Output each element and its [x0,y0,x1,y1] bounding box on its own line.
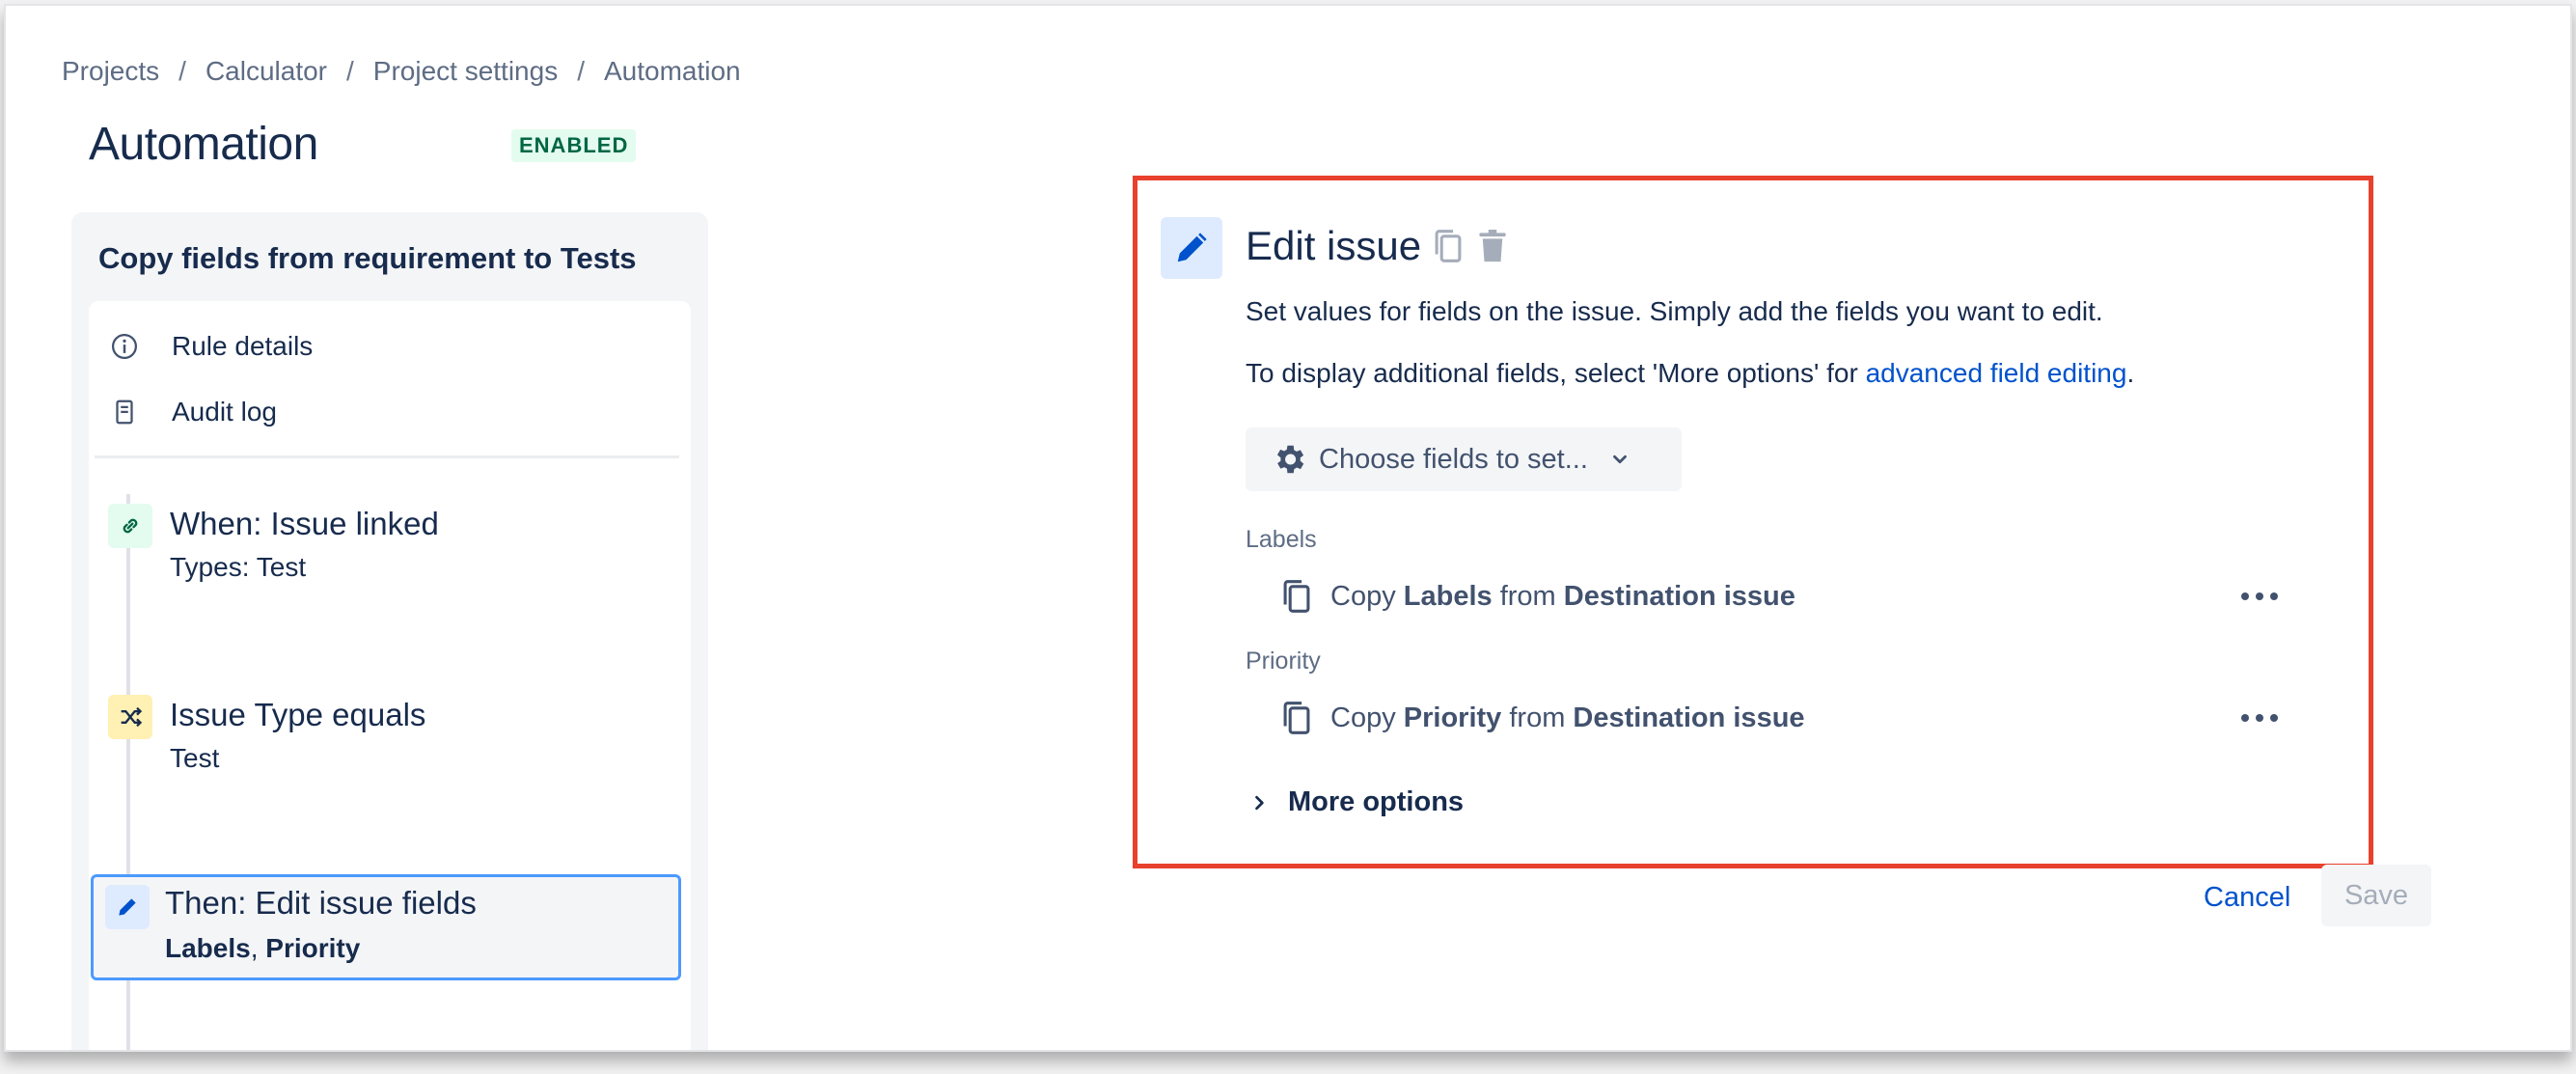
breadcrumb-projects[interactable]: Projects [62,56,159,87]
priority-copy-prefix: Copy [1330,702,1404,733]
labels-field-row: Copy Labels from Destination issue [1280,572,2284,620]
action-step-field-labels: Labels [165,933,251,963]
info-icon [110,332,152,361]
shuffle-icon [108,695,152,739]
page-title: Automation [89,119,318,170]
copy-icon[interactable] [1429,227,1467,265]
priority-copy-source: Destination issue [1573,702,1805,733]
chevron-down-icon [1609,449,1631,470]
rule-panel: Copy fields from requirement to Tests Ru… [71,212,708,1050]
priority-field-label: Priority [1246,647,1321,675]
breadcrumb: Projects / Calculator / Project settings… [62,56,741,87]
priority-copy-text: Copy Priority from Destination issue [1330,702,1805,734]
audit-log-label: Audit log [172,397,277,427]
copy-icon [1280,700,1315,736]
choose-fields-button[interactable]: Choose fields to set... [1246,427,1682,491]
priority-copy-middle: from [1501,702,1574,733]
action-step-separator: , [250,933,266,963]
save-button[interactable]: Save [2321,865,2431,926]
breadcrumb-automation[interactable]: Automation [604,56,741,87]
labels-copy-field: Labels [1403,580,1493,612]
pencil-icon [1161,217,1222,279]
more-actions-icon[interactable] [2235,572,2284,620]
trash-icon[interactable] [1473,227,1512,265]
trigger-step-subtitle: Types: Test [170,552,307,582]
more-info-text: To display additional fields, select 'Mo… [1246,358,2134,389]
audit-log-item[interactable]: Audit log [110,388,277,436]
trigger-step-title: When: Issue linked [170,506,439,541]
status-badge: ENABLED [511,129,637,162]
document-icon [110,398,152,427]
cancel-button[interactable]: Cancel [2190,868,2304,926]
more-info-suffix: . [2126,358,2135,388]
priority-field-row: Copy Priority from Destination issue [1280,694,2284,742]
rule-details-item[interactable]: Rule details [110,322,313,371]
chevron-right-icon [1249,792,1269,813]
rule-details-label: Rule details [172,331,314,361]
labels-field-label: Labels [1246,526,1317,553]
copy-icon [1280,578,1315,615]
condition-step-title: Issue Type equals [170,697,426,732]
edit-issue-panel: Edit issue Set values for fields on the … [1133,176,2373,868]
divider [95,455,679,458]
more-options-label: More options [1288,786,1465,817]
action-step-title: Then: Edit issue fields [165,885,477,921]
more-options-toggle[interactable]: More options [1246,786,1464,818]
edit-issue-title: Edit issue [1246,223,1422,268]
labels-copy-source: Destination issue [1563,580,1795,612]
more-actions-icon[interactable] [2235,694,2284,742]
link-icon [108,504,152,548]
labels-copy-text: Copy Labels from Destination issue [1330,581,1795,613]
more-info-prefix: To display additional fields, select 'Mo… [1246,358,1866,388]
action-step-subtitle: Labels, Priority [165,933,360,964]
breadcrumb-separator: / [577,56,585,86]
priority-copy-field: Priority [1403,702,1502,733]
action-step[interactable]: Then: Edit issue fields Labels, Priority [91,874,681,980]
choose-fields-label: Choose fields to set... [1319,443,1588,475]
labels-copy-prefix: Copy [1330,580,1404,612]
rule-name: Copy fields from requirement to Tests [98,241,637,275]
pencil-icon [105,885,150,929]
advanced-field-editing-link[interactable]: advanced field editing [1866,358,2127,388]
rule-card: Rule details Audit log When: Issue linke… [89,301,691,1050]
trigger-step[interactable]: When: Issue linked Types: Test [93,494,685,600]
app-screen: Projects / Calculator / Project settings… [4,4,2572,1052]
condition-step-subtitle: Test [170,743,220,773]
condition-step[interactable]: Issue Type equals Test [93,685,685,791]
edit-description: Set values for fields on the issue. Simp… [1246,296,2103,326]
labels-copy-middle: from [1492,580,1564,612]
breadcrumb-separator: / [346,56,354,86]
breadcrumb-project-settings[interactable]: Project settings [373,56,558,87]
breadcrumb-separator: / [178,56,186,86]
breadcrumb-calculator[interactable]: Calculator [206,56,327,87]
gear-icon [1271,441,1307,478]
action-step-field-priority: Priority [265,933,361,963]
